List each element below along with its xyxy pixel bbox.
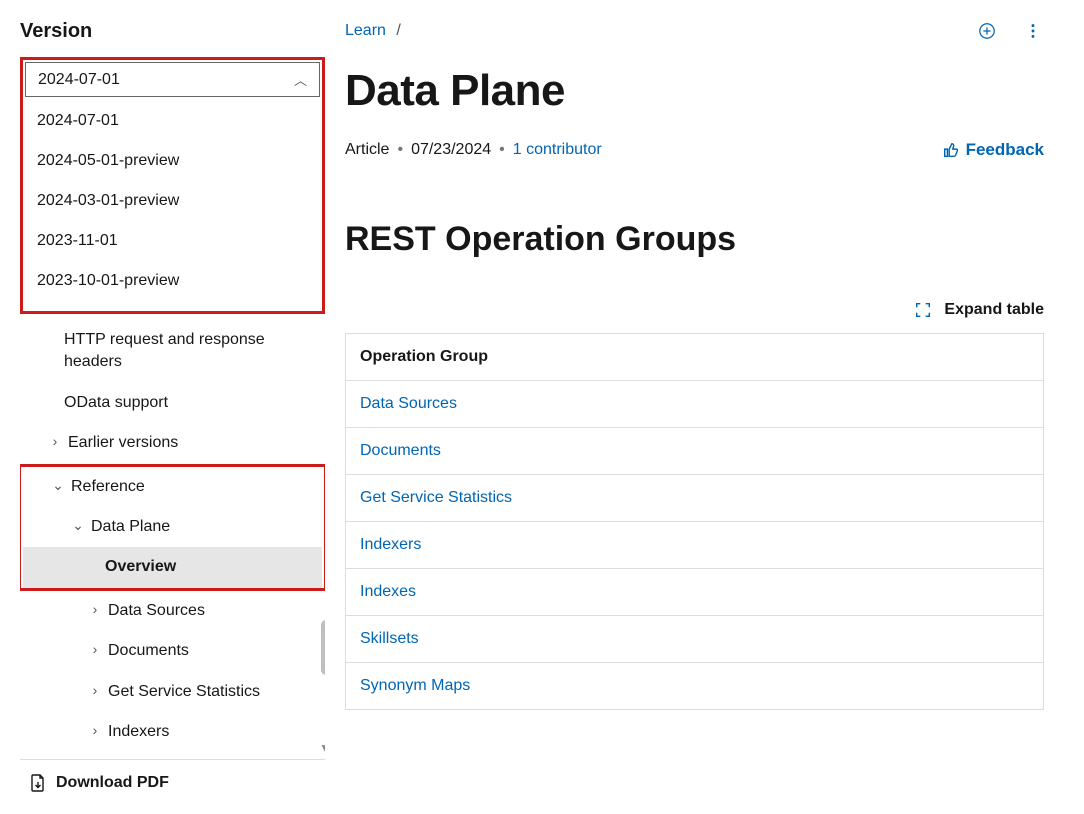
scrollbar-down-arrow[interactable]: ▼ bbox=[319, 741, 325, 755]
version-option[interactable]: 2024-05-01-preview bbox=[25, 141, 320, 181]
main-content: Learn / Data Plane Article bbox=[345, 0, 1084, 814]
table-row: Indexers bbox=[346, 522, 1044, 569]
version-option[interactable]: 2024-07-01 bbox=[25, 101, 320, 141]
version-option[interactable]: 2023-11-01 bbox=[25, 221, 320, 261]
pdf-icon bbox=[30, 774, 46, 792]
expand-icon bbox=[914, 301, 932, 319]
expand-table-label: Expand table bbox=[944, 301, 1044, 319]
download-pdf-button[interactable]: Download PDF bbox=[20, 759, 325, 814]
expand-table-button[interactable]: Expand table bbox=[345, 301, 1044, 319]
nav-item-label: Documents bbox=[108, 640, 189, 662]
nav-item-label: Overview bbox=[105, 556, 176, 578]
op-link[interactable]: Data Sources bbox=[360, 395, 457, 412]
nav-item-overview[interactable]: Overview bbox=[23, 547, 322, 587]
nav-item-label: OData support bbox=[64, 392, 168, 414]
feedback-label: Feedback bbox=[966, 140, 1044, 160]
chevron-right-icon: › bbox=[88, 721, 102, 741]
chevron-right-icon: › bbox=[88, 681, 102, 701]
section-title: REST Operation Groups bbox=[345, 220, 1044, 259]
chevron-down-icon: ⌄ bbox=[51, 476, 65, 496]
nav-reference-highlight: ⌄ Reference ⌄ Data Plane Overview bbox=[20, 464, 325, 591]
nav-item-label: Reference bbox=[71, 476, 145, 498]
meta-row: Article • 07/23/2024 • 1 contributor Fee… bbox=[345, 140, 1044, 160]
top-row: Learn / bbox=[345, 20, 1044, 42]
meta-date: 07/23/2024 bbox=[411, 141, 491, 159]
meta-type: Article bbox=[345, 141, 389, 159]
nav-item-data-plane[interactable]: ⌄ Data Plane bbox=[23, 507, 322, 547]
breadcrumb-learn[interactable]: Learn bbox=[345, 22, 386, 39]
breadcrumb-separator: / bbox=[396, 22, 400, 39]
op-link[interactable]: Indexers bbox=[360, 536, 421, 553]
nav-item-label: Data Plane bbox=[91, 516, 170, 538]
nav-item-label: Indexers bbox=[108, 721, 169, 743]
nav-item-earlier-versions[interactable]: › Earlier versions bbox=[20, 423, 325, 463]
table-row: Indexes bbox=[346, 569, 1044, 616]
more-icon[interactable] bbox=[1022, 20, 1044, 42]
nav-tree: HTTP request and response headers OData … bbox=[20, 320, 325, 759]
op-link[interactable]: Skillsets bbox=[360, 630, 419, 647]
table-row: Get Service Statistics bbox=[346, 475, 1044, 522]
scrollbar-thumb[interactable] bbox=[321, 620, 325, 675]
nav-item-indexers[interactable]: › Indexers bbox=[20, 712, 325, 752]
table-row: Synonym Maps bbox=[346, 663, 1044, 710]
nav-item-reference[interactable]: ⌄ Reference bbox=[23, 467, 322, 507]
nav-item-http-headers[interactable]: HTTP request and response headers bbox=[20, 320, 325, 383]
version-option[interactable]: 2023-10-01-preview bbox=[25, 261, 320, 301]
chevron-right-icon: › bbox=[88, 640, 102, 660]
version-select-value: 2024-07-01 bbox=[38, 71, 120, 89]
table-row: Documents bbox=[346, 428, 1044, 475]
top-actions bbox=[976, 20, 1044, 42]
op-link[interactable]: Indexes bbox=[360, 583, 416, 600]
version-dropdown-highlight: 2024-07-01 ︿ 2024-07-01 2024-05-01-previ… bbox=[20, 57, 325, 314]
sidebar: Version 2024-07-01 ︿ 2024-07-01 2024-05-… bbox=[0, 0, 345, 814]
nav-item-label: Earlier versions bbox=[68, 432, 178, 454]
table-row: Data Sources bbox=[346, 381, 1044, 428]
op-link[interactable]: Get Service Statistics bbox=[360, 489, 512, 506]
version-select[interactable]: 2024-07-01 ︿ bbox=[25, 62, 320, 97]
chevron-down-icon: ⌄ bbox=[71, 516, 85, 536]
op-link[interactable]: Synonym Maps bbox=[360, 677, 470, 694]
nav-item-label: Data Sources bbox=[108, 600, 205, 622]
nav-item-label: Get Service Statistics bbox=[108, 681, 260, 703]
article-meta: Article • 07/23/2024 • 1 contributor bbox=[345, 141, 602, 159]
page-title: Data Plane bbox=[345, 66, 1044, 116]
meta-dot: • bbox=[499, 141, 505, 159]
table-row: Skillsets bbox=[346, 616, 1044, 663]
meta-contributors[interactable]: 1 contributor bbox=[513, 141, 602, 159]
version-label: Version bbox=[20, 20, 325, 43]
breadcrumb: Learn / bbox=[345, 22, 401, 40]
nav-item-label: HTTP request and response headers bbox=[64, 329, 319, 374]
chevron-right-icon: › bbox=[48, 432, 62, 452]
nav-item-get-service-statistics[interactable]: › Get Service Statistics bbox=[20, 672, 325, 712]
add-icon[interactable] bbox=[976, 20, 998, 42]
version-option[interactable]: 2024-03-01-preview bbox=[25, 181, 320, 221]
thumbs-up-icon bbox=[942, 141, 960, 159]
table-header: Operation Group bbox=[346, 334, 1044, 381]
chevron-right-icon: › bbox=[88, 600, 102, 620]
op-link[interactable]: Documents bbox=[360, 442, 441, 459]
nav-item-documents[interactable]: › Documents bbox=[20, 631, 325, 671]
meta-dot: • bbox=[397, 141, 403, 159]
nav-item-odata[interactable]: OData support bbox=[20, 383, 325, 423]
chevron-up-icon: ︿ bbox=[294, 70, 307, 89]
operation-groups-table: Operation Group Data Sources Documents G… bbox=[345, 333, 1044, 710]
feedback-button[interactable]: Feedback bbox=[942, 140, 1044, 160]
nav-item-data-sources[interactable]: › Data Sources bbox=[20, 591, 325, 631]
download-pdf-label: Download PDF bbox=[56, 774, 169, 792]
version-options-list: 2024-07-01 2024-05-01-preview 2024-03-01… bbox=[25, 97, 320, 309]
